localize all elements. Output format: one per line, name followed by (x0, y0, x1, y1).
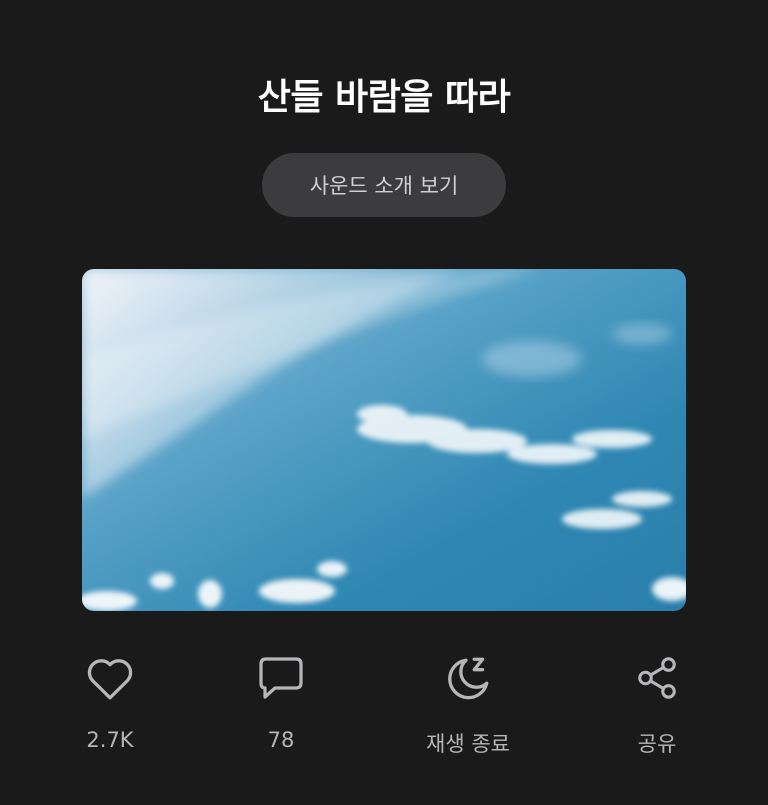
share-icon (631, 652, 683, 704)
sleep-timer-button[interactable]: 재생 종료 (398, 652, 538, 758)
like-button[interactable]: 2.7K (40, 652, 180, 752)
action-bar: 2.7K 78 재생 종료 공유 (0, 652, 768, 772)
sound-artwork-image (82, 269, 686, 611)
comment-icon (255, 652, 307, 704)
heart-icon (84, 652, 136, 704)
share-button[interactable]: 공유 (587, 652, 727, 758)
like-count: 2.7K (86, 728, 134, 752)
page-title: 산들 바람을 따라 (257, 77, 511, 118)
comment-button[interactable]: 78 (211, 652, 351, 752)
share-label: 공유 (637, 732, 677, 756)
sound-intro-button[interactable]: 사운드 소개 보기 (262, 153, 506, 217)
moon-zzz-icon (442, 652, 494, 704)
sound-intro-button-label: 사운드 소개 보기 (309, 174, 459, 198)
comment-count: 78 (267, 728, 295, 752)
sleep-timer-label: 재생 종료 (426, 732, 510, 756)
